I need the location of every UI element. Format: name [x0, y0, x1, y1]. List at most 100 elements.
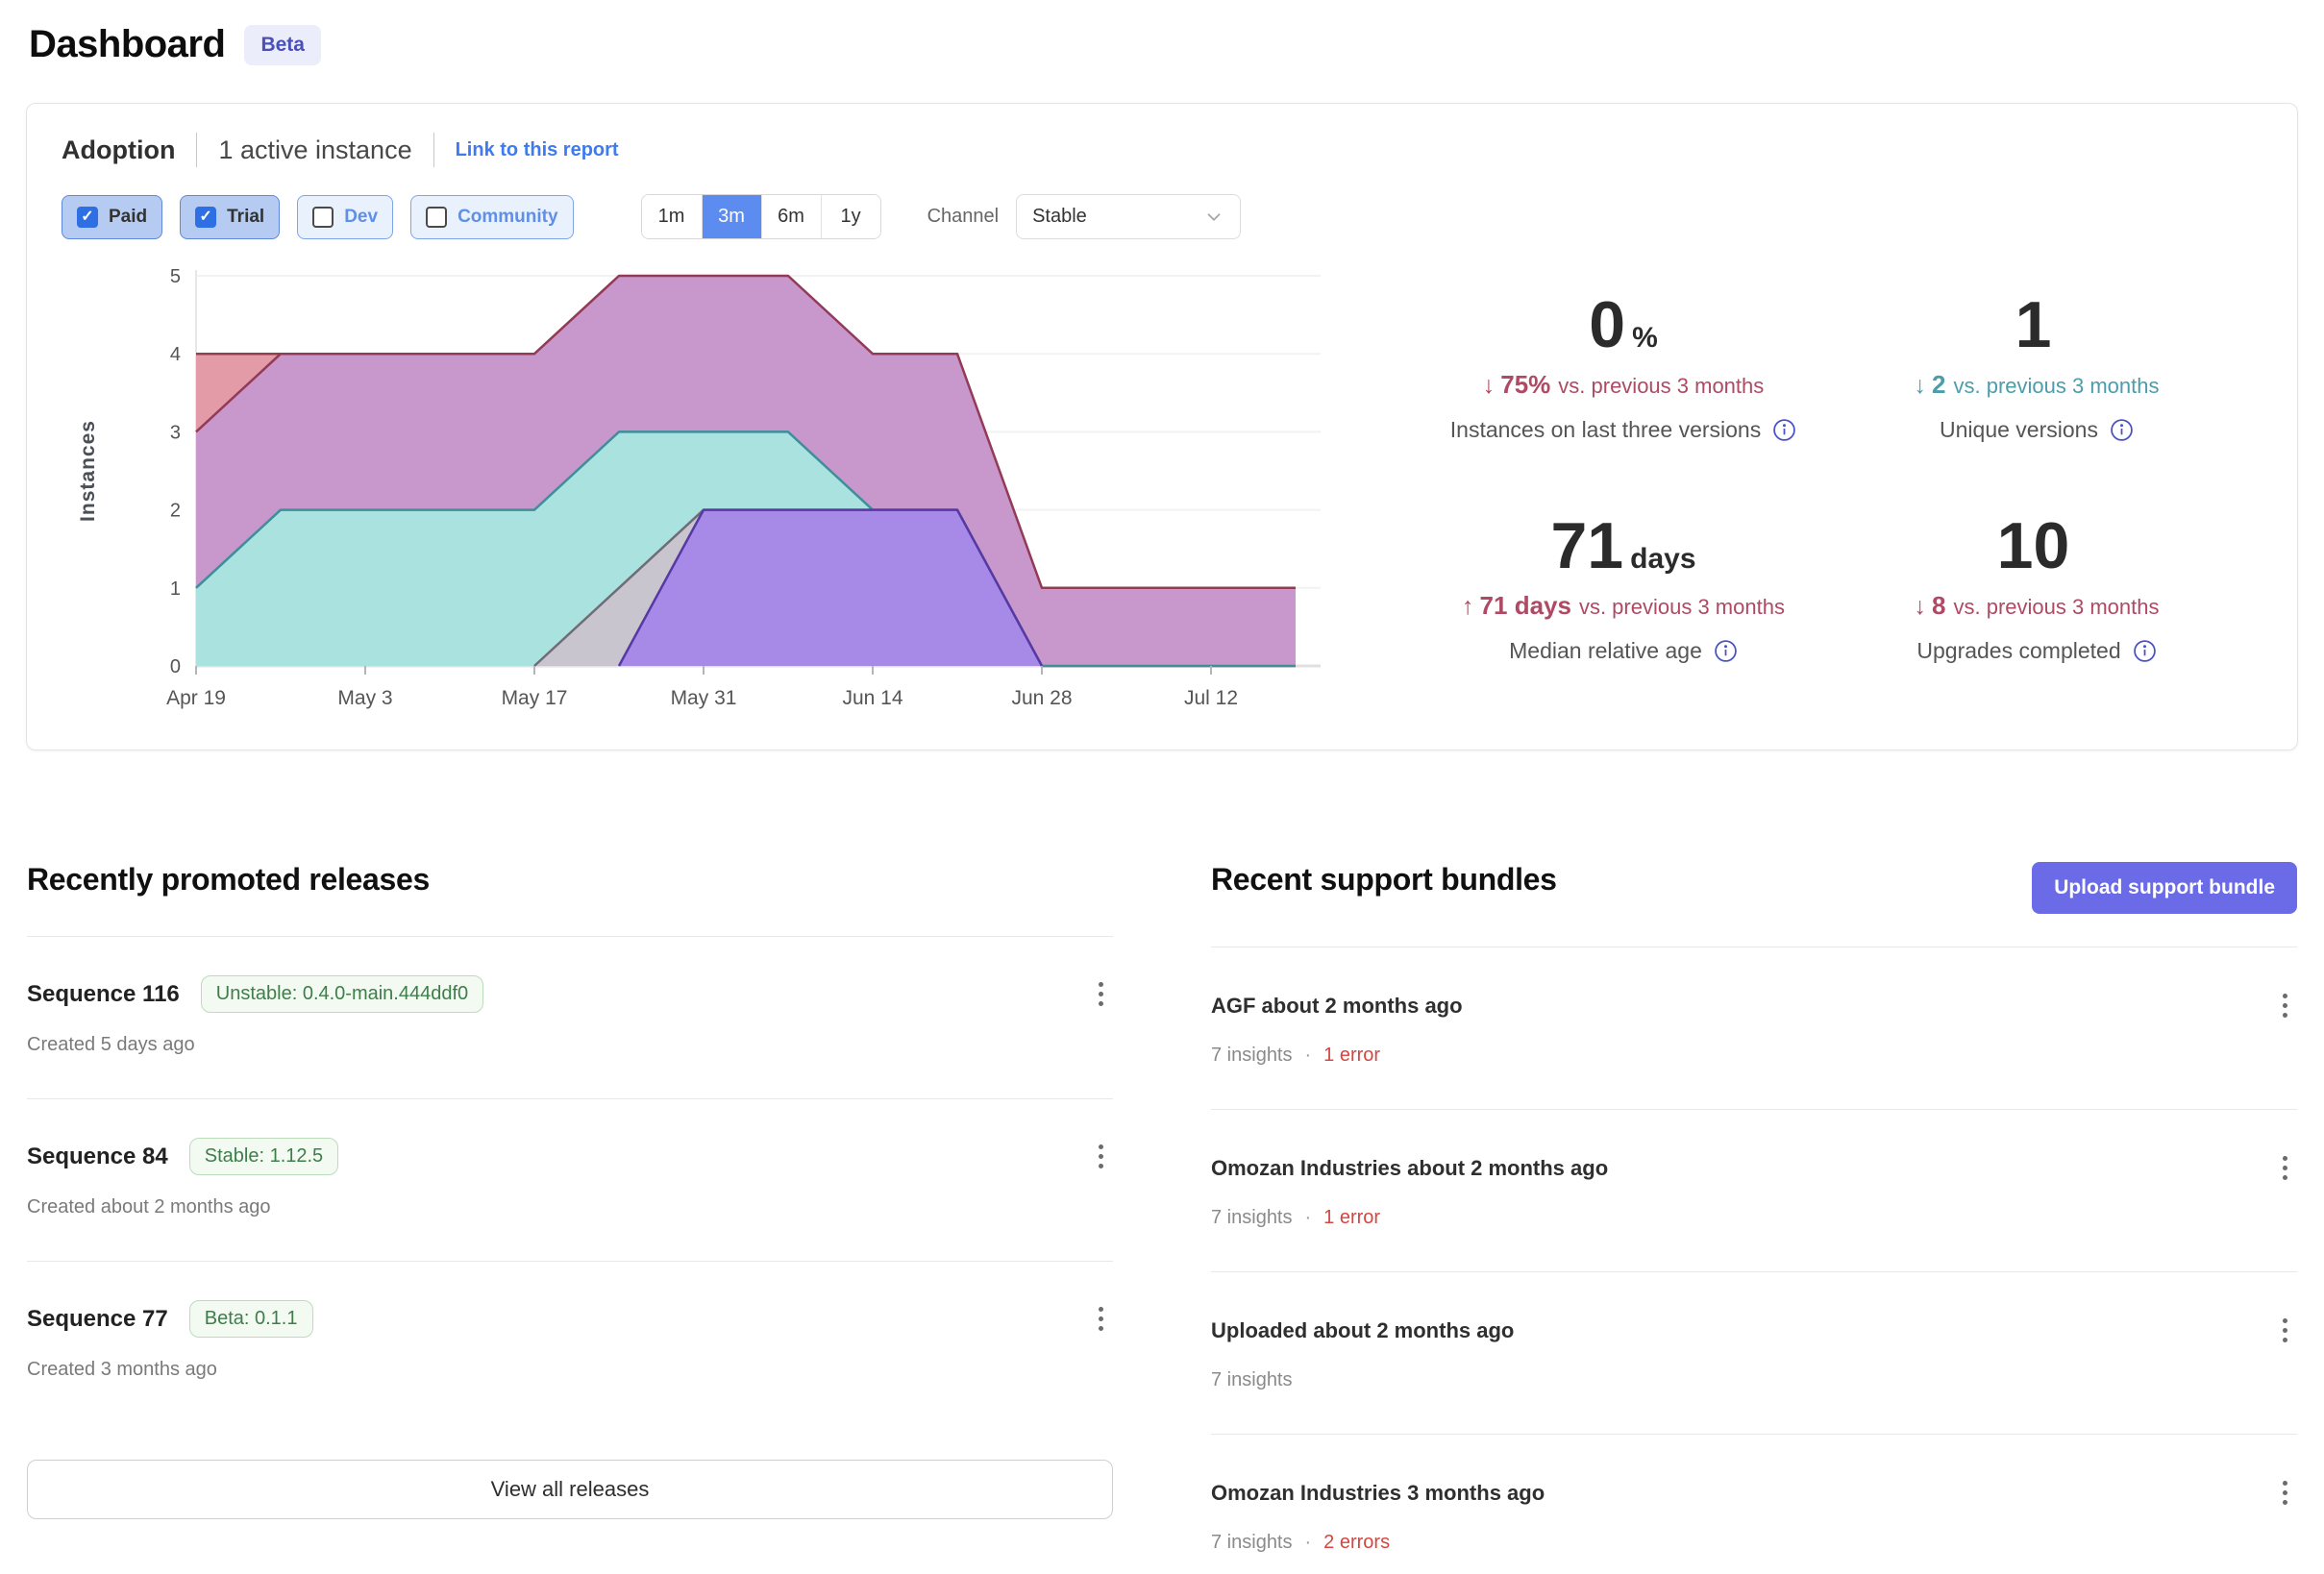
svg-text:Jun 28: Jun 28	[1011, 687, 1072, 709]
bundle-errors: 2 errors	[1323, 1532, 1390, 1554]
release-created: Created 5 days ago	[27, 1034, 1113, 1056]
bottom-sections: Recently promoted releases Sequence 116 …	[0, 862, 2324, 1574]
delta-value: 8	[1932, 591, 1945, 620]
stat-delta: ↓8vs. previous 3 months	[1830, 591, 2243, 621]
svg-text:0: 0	[170, 656, 181, 677]
link-to-report[interactable]: Link to this report	[456, 139, 619, 161]
info-icon[interactable]	[2133, 639, 2157, 663]
bundle-errors: 1 error	[1323, 1207, 1380, 1229]
stat-number: 1	[2015, 287, 2052, 362]
page-header: Dashboard Beta	[0, 0, 2324, 66]
stat-value: 1	[2015, 287, 2059, 362]
kebab-menu-button[interactable]	[1089, 1139, 1113, 1174]
svg-text:3: 3	[170, 422, 181, 443]
checkbox-icon[interactable]: ✓	[77, 207, 98, 228]
adoption-controls: ✓ Paid ✓ Trial Dev Community 1m 3m 6m 1y	[62, 194, 2262, 239]
stat-suffix: days	[1630, 543, 1695, 576]
kebab-menu-button[interactable]	[2273, 988, 2297, 1023]
channel-control: Channel Stable	[927, 194, 1242, 239]
release-channel-tag: Beta: 0.1.1	[189, 1300, 313, 1338]
info-icon[interactable]	[1714, 639, 1738, 663]
channel-select[interactable]: Stable	[1016, 194, 1241, 239]
adoption-card-title: Adoption	[62, 135, 175, 165]
svg-text:5: 5	[170, 266, 181, 287]
stat-delta: ↑71 days vs. previous 3 months	[1417, 591, 1830, 621]
support-bundle-row: Omozan Industries about 2 months ago 7 i…	[1211, 1110, 2297, 1271]
svg-text:May 17: May 17	[502, 687, 568, 709]
kebab-menu-button[interactable]	[1089, 1301, 1113, 1337]
delta-value: 71 days	[1480, 591, 1571, 620]
bundle-title: Omozan Industries about 2 months ago	[1211, 1156, 1608, 1181]
release-sequence: Sequence 84	[27, 1144, 168, 1170]
svg-text:Jul 12: Jul 12	[1184, 687, 1238, 709]
stat-value: 71 days	[1550, 508, 1695, 583]
stat-value: 0 %	[1589, 287, 1658, 362]
stat-number: 10	[1997, 508, 2070, 583]
upload-support-bundle-button[interactable]: Upload support bundle	[2032, 862, 2297, 914]
kebab-menu-button[interactable]	[2273, 1313, 2297, 1348]
stat-label: Median relative age	[1417, 638, 1830, 664]
range-1y[interactable]: 1y	[821, 195, 880, 238]
info-icon[interactable]	[2110, 418, 2134, 442]
stat-delta: ↓75%vs. previous 3 months	[1417, 370, 1830, 400]
adoption-stats-grid: 0 % ↓75%vs. previous 3 months Instances …	[1369, 260, 2262, 725]
support-bundle-row: Uploaded about 2 months ago 7 insights ·	[1211, 1272, 2297, 1434]
support-bundle-row: Omozan Industries 3 months ago 7 insight…	[1211, 1435, 2297, 1574]
stat-number: 0	[1589, 287, 1625, 362]
delta-text: vs. previous 3 months	[1579, 595, 1785, 619]
releases-heading: Recently promoted releases	[27, 862, 1113, 898]
release-channel-tag: Unstable: 0.4.0-main.444ddf0	[201, 975, 483, 1013]
stat-unique-versions: 1 ↓2vs. previous 3 months Unique version…	[1830, 287, 2243, 443]
svg-text:May 3: May 3	[337, 687, 392, 709]
range-3m[interactable]: 3m	[702, 195, 761, 238]
stat-upgrades-completed: 10 ↓8vs. previous 3 months Upgrades comp…	[1830, 508, 2243, 664]
checkbox-icon[interactable]	[312, 207, 334, 228]
adoption-card-header: Adoption 1 active instance Link to this …	[62, 133, 2262, 167]
active-instances-count: 1 active instance	[218, 135, 411, 165]
channel-label: Channel	[927, 206, 1000, 228]
range-6m[interactable]: 6m	[761, 195, 821, 238]
releases-section: Recently promoted releases Sequence 116 …	[27, 862, 1113, 1574]
stat-label: Unique versions	[1830, 417, 2243, 443]
checkbox-icon[interactable]: ✓	[195, 207, 216, 228]
page-title: Dashboard	[29, 23, 225, 66]
kebab-menu-button[interactable]	[1089, 976, 1113, 1012]
svg-text:Instances: Instances	[77, 420, 99, 522]
chevron-down-icon	[1203, 207, 1224, 228]
stat-suffix: %	[1632, 322, 1658, 355]
stat-value: 10	[1997, 508, 2077, 583]
svg-text:2: 2	[170, 501, 181, 522]
filter-chip-trial[interactable]: ✓ Trial	[180, 195, 280, 239]
svg-text:Jun 14: Jun 14	[842, 687, 902, 709]
delta-text: vs. previous 3 months	[1953, 374, 2159, 398]
trend-arrow-icon: ↓	[1915, 372, 1927, 399]
bundle-errors: 1 error	[1323, 1045, 1380, 1067]
release-row: Sequence 116 Unstable: 0.4.0-main.444ddf…	[27, 937, 1113, 1098]
range-1m[interactable]: 1m	[642, 195, 702, 238]
release-created: Created 3 months ago	[27, 1359, 1113, 1381]
release-channel-tag: Stable: 1.12.5	[189, 1138, 338, 1175]
release-sequence: Sequence 116	[27, 981, 180, 1008]
support-bundle-row: AGF about 2 months ago 7 insights · 1 er…	[1211, 947, 2297, 1109]
bundle-title: Uploaded about 2 months ago	[1211, 1318, 1514, 1343]
svg-text:4: 4	[170, 344, 181, 365]
stat-instances-last-three-versions: 0 % ↓75%vs. previous 3 months Instances …	[1417, 287, 1830, 443]
stat-label: Instances on last three versions	[1417, 417, 1830, 443]
stat-label: Upgrades completed	[1830, 638, 2243, 664]
delta-value: 75%	[1500, 370, 1550, 399]
filter-chip-paid[interactable]: ✓ Paid	[62, 195, 162, 239]
filter-chip-dev[interactable]: Dev	[297, 195, 393, 239]
kebab-menu-button[interactable]	[2273, 1475, 2297, 1511]
time-range-segmented-control: 1m 3m 6m 1y	[641, 194, 881, 239]
separator	[196, 133, 197, 167]
kebab-menu-button[interactable]	[2273, 1150, 2297, 1186]
dot-separator: ·	[1305, 1045, 1312, 1067]
view-all-releases-button[interactable]: View all releases	[27, 1460, 1113, 1519]
info-icon[interactable]	[1772, 418, 1796, 442]
filter-chip-community[interactable]: Community	[410, 195, 574, 239]
stat-median-relative-age: 71 days ↑71 daysvs. previous 3 months Me…	[1417, 508, 1830, 664]
support-bundles-section: Recent support bundles Upload support bu…	[1211, 862, 2297, 1574]
release-created: Created about 2 months ago	[27, 1196, 1113, 1218]
trend-arrow-icon: ↑	[1462, 593, 1474, 620]
checkbox-icon[interactable]	[426, 207, 447, 228]
